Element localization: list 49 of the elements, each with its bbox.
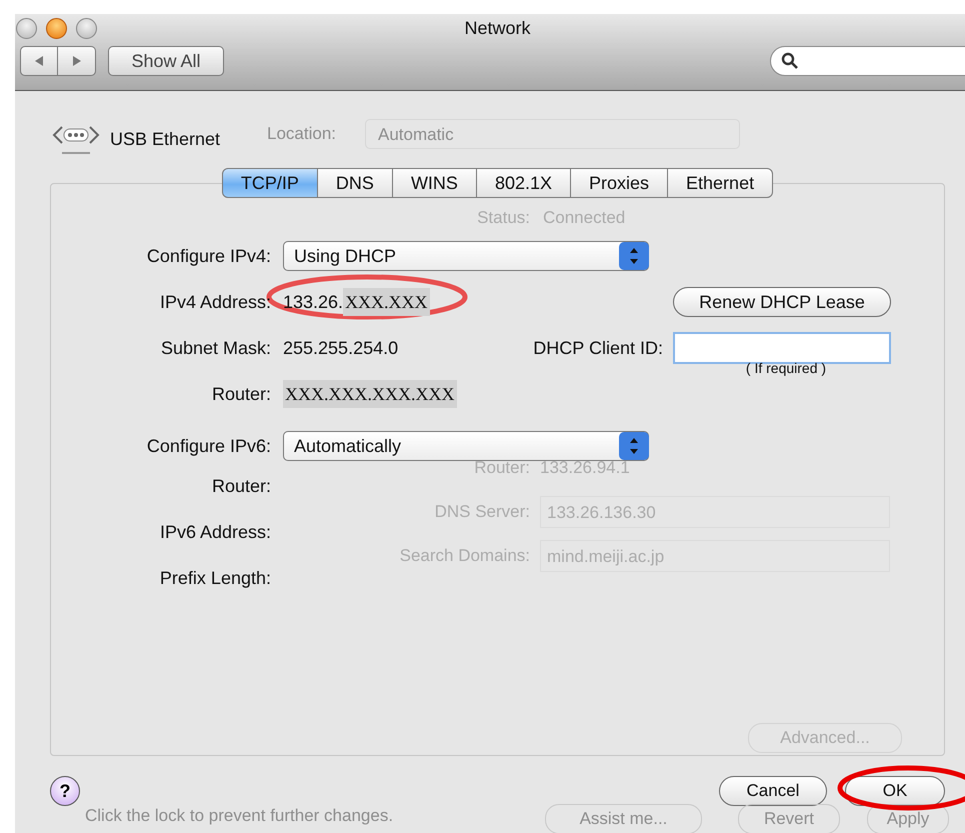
stepper-arrows-icon [619, 432, 649, 460]
field-value: mind.meiji.ac.jp [540, 540, 890, 572]
show-all-button[interactable]: Show All [108, 46, 224, 76]
tab[interactable]: Proxies [571, 168, 668, 198]
search-field[interactable] [770, 46, 965, 76]
dhcp-client-id-field[interactable] [673, 332, 891, 364]
field-value: 133.26.94.1 [540, 458, 630, 478]
field-label: IPv6 Address: [158, 522, 271, 542]
device-name: USB Ethernet [110, 128, 220, 150]
status-value: Connected [543, 208, 626, 228]
close-button[interactable] [16, 18, 37, 38]
ipv4-dropdown[interactable]: Using DHCP [283, 241, 649, 271]
field-label: Configure IPv4: [146, 246, 271, 266]
field-label: Prefix Length: [158, 568, 271, 588]
tab[interactable]: 802.1X [476, 168, 571, 198]
field-label: DHCP Client ID: [533, 338, 663, 358]
field-label: Router: [210, 476, 271, 496]
minimize-button[interactable] [46, 18, 67, 38]
field-label: Search Domains: [398, 546, 530, 566]
location-label: Location: [267, 124, 336, 144]
tab[interactable]: TCP/IP [222, 168, 318, 198]
router-value: XXX.XXX.XXX.XXX [283, 380, 456, 408]
lock-message: Click the lock to prevent further changes. [85, 806, 394, 826]
field-label: IPv4 Address: [158, 292, 271, 312]
ipv6-dropdown[interactable]: Automatically [283, 431, 649, 461]
field-label: Router: [210, 384, 271, 404]
tab[interactable]: DNS [318, 168, 393, 198]
cancel-button[interactable]: Cancel [719, 776, 827, 806]
help-button[interactable]: ? [50, 776, 80, 806]
subnet-mask-value: 255.255.254.0 [283, 338, 398, 358]
forward-button[interactable] [58, 46, 96, 76]
left-triangle-icon [33, 55, 45, 67]
zoom-button[interactable] [76, 18, 97, 38]
field-label: Subnet Mask: [160, 338, 271, 358]
location-popup: Automatic [365, 119, 740, 149]
hint-text: ( If required ) [746, 360, 826, 376]
back-button[interactable] [20, 46, 58, 76]
tab[interactable]: WINS [392, 168, 477, 198]
field-label: Router: [473, 458, 530, 478]
tab[interactable]: Ethernet [668, 168, 774, 198]
status-label: Status: [476, 208, 530, 228]
renew-dhcp-lease-button[interactable]: Renew DHCP Lease [673, 287, 891, 317]
stepper-arrows-icon [619, 242, 649, 270]
field-value: 133.26.136.30 [540, 496, 890, 528]
right-triangle-icon [70, 55, 82, 67]
window-title: Network [464, 18, 530, 38]
field-label: Configure IPv6: [146, 436, 271, 456]
field-label: DNS Server: [434, 502, 530, 522]
search-icon [781, 52, 799, 70]
